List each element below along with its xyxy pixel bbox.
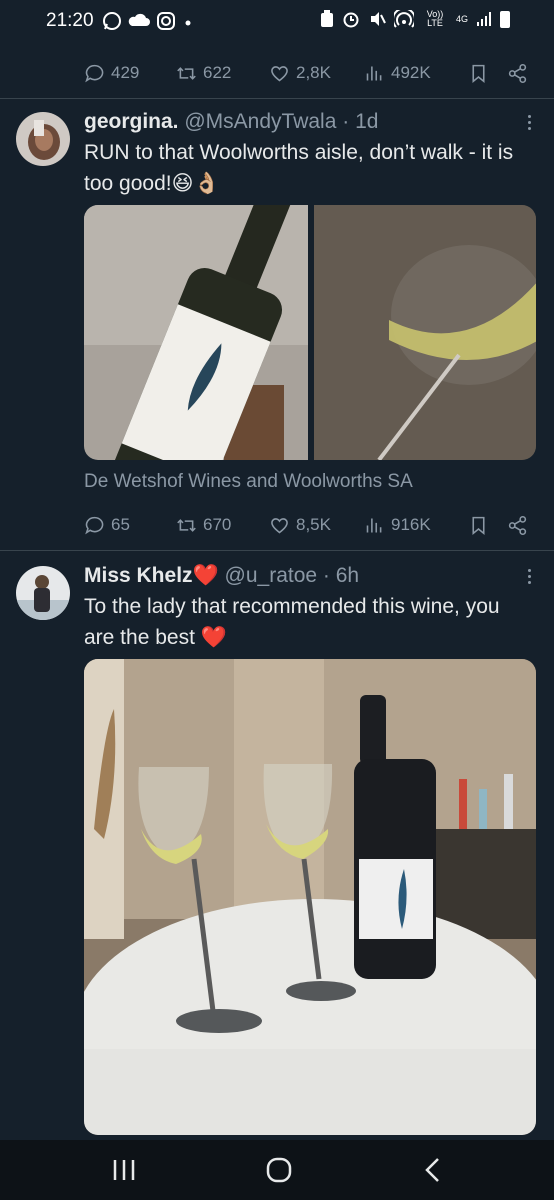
status-bar: 21:20 Vo)) LTE 4G [0,0,554,44]
display-name[interactable]: Miss Khelz❤️ [84,564,219,587]
share-icon [508,515,527,535]
tweet-divider [0,550,554,551]
more-options-icon[interactable] [526,112,532,133]
repost-button[interactable]: 622 [176,63,269,84]
bookmark-icon [472,64,485,83]
bookmark-icon [472,516,485,535]
like-button[interactable]: 2,8K [269,63,364,84]
signal-icon [477,12,491,26]
hotspot-icon [393,10,414,28]
volte-icon: Vo)) LTE [426,9,444,28]
share-button[interactable] [507,63,528,84]
views-icon [366,518,382,532]
back-icon [425,1158,439,1182]
reply-count: 429 [111,63,140,82]
reply-button[interactable]: 65 [84,515,176,536]
like-count: 2,8K [296,63,331,82]
tweet-time: · 6h [322,564,360,587]
like-count: 8,5K [296,515,331,534]
avatar[interactable] [16,566,70,620]
battery-saver-icon [320,10,333,27]
views-count: 916K [391,515,431,534]
previous-tweet-actions: 429 622 2,8K 492K [84,58,528,88]
more-options-icon[interactable] [526,566,532,587]
4g-icon: 4G [455,13,468,24]
tweet-actions: 65 670 8,5K 916K [84,510,528,540]
views-icon [366,66,382,80]
reply-icon [85,64,104,82]
battery-icon [500,10,510,28]
avatar[interactable] [16,112,70,166]
tweet-text: RUN to that Woolworths aisle, don’t walk… [84,141,514,195]
heart-icon [271,65,288,81]
share-icon [508,63,527,83]
dot-icon [185,20,191,26]
whatsapp-icon [103,12,121,30]
instagram-icon [157,12,175,30]
user-handle[interactable]: @MsAndyTwala [184,110,336,133]
views-button[interactable]: 916K [364,515,459,536]
bookmark-button[interactable] [468,63,489,84]
android-nav-bar [0,1140,554,1200]
status-right-icons: Vo)) LTE 4G [320,10,510,28]
tweet-time: · 1d [342,110,379,133]
status-left-icons [102,11,194,31]
back-button[interactable] [414,1154,454,1186]
bookmark-button[interactable] [468,515,489,536]
repost-icon [177,66,196,80]
mute-icon [370,12,386,26]
recents-icon [113,1160,135,1180]
card-source[interactable]: De Wetshof Wines and Woolworths SA [84,471,413,493]
tweet-header: Miss Khelz❤️ @u_ratoe · 6h [84,564,359,588]
reply-icon [85,516,104,534]
views-button[interactable]: 492K [364,63,459,84]
home-button[interactable] [259,1154,299,1186]
display-name[interactable]: georgina. [84,110,179,133]
like-button[interactable]: 8,5K [269,515,364,536]
repost-count: 670 [203,515,232,534]
views-count: 492K [391,63,431,82]
status-time: 21:20 [46,10,94,31]
tweet-media[interactable] [84,659,536,1135]
heart-icon [271,517,288,533]
reply-button[interactable]: 429 [84,63,176,84]
tweet-divider [0,98,554,99]
repost-count: 622 [203,63,232,82]
repost-icon [177,518,196,532]
user-handle[interactable]: @u_ratoe [225,564,318,587]
reply-count: 65 [111,515,130,534]
tweet-media[interactable] [84,205,536,460]
cloud-icon [128,13,150,26]
tweet-text: To the lady that recommended this wine, … [84,595,500,649]
home-icon [266,1157,292,1183]
recents-button[interactable] [104,1154,144,1186]
tweet-header: georgina. @MsAndyTwala · 1d [84,110,378,134]
share-button[interactable] [507,515,528,536]
repost-button[interactable]: 670 [176,515,269,536]
alarm-icon [343,12,359,28]
